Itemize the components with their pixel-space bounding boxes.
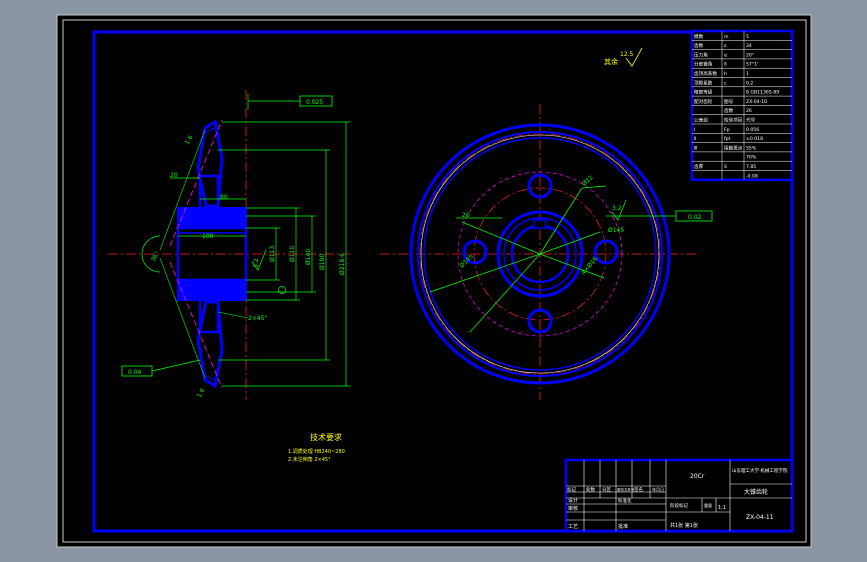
param-table-cell: 配对齿轮: [694, 98, 713, 105]
hub-lower: [177, 279, 247, 301]
tol-bot-value: 0.04: [128, 369, 142, 376]
param-table-cell: 代号: [746, 117, 756, 124]
param-table-cell: Ⅰ: [694, 127, 695, 133]
param-table-cell: 接触斑点: [724, 144, 743, 151]
title-part-name: 大锥齿轮: [744, 488, 768, 496]
param-table-cell: ZX-04-10: [746, 99, 767, 105]
param-table-cell: 顶隙系数: [694, 79, 713, 86]
title-label-change: 更改文件号: [617, 487, 635, 492]
tech-req-line-2: 2.未注倒角 2×45°: [288, 456, 331, 463]
param-table-cell: 8 GB11365-89: [746, 90, 779, 96]
dim-dia-x: Ø110: [289, 246, 296, 262]
param-table-cell: δ: [724, 62, 727, 68]
title-check: 审核: [568, 505, 578, 512]
hub-upper: [177, 207, 247, 229]
dim-bore: 100: [202, 233, 214, 240]
param-table-cell: 公差组: [694, 117, 708, 124]
roughness-note-value: 12.5: [620, 51, 634, 58]
param-table-cell: 26: [746, 108, 752, 114]
dim-dia-y: Ø140: [305, 249, 312, 265]
title-std: 标准化: [618, 497, 632, 504]
param-table-cell: h: [724, 71, 727, 77]
param-table-cell: m: [724, 35, 729, 40]
param-table-cell: 0.056: [746, 127, 759, 133]
dim-ra-front: 3.2: [612, 205, 622, 212]
dim-chamfer: 2×45°: [248, 315, 267, 322]
param-table-cell: Fp: [724, 127, 730, 133]
param-table-cell: Ⅲ: [694, 145, 697, 151]
param-table-cell: 7.85: [746, 164, 756, 170]
param-table-cell: 34: [746, 43, 752, 49]
tol-top-value: 0.025: [306, 99, 323, 106]
param-table-cell: Ⅱ: [694, 136, 696, 142]
title-block: 20Cr 山东理工大学 机械工程学院 大锥齿轮 ZX-04-11 1:1 共1张…: [564, 458, 794, 533]
param-table-cell: 检验项目: [724, 117, 742, 124]
gear-parameter-table: 模数 m 5齿数 z 34压力角 α 20°分度锥角 δ 57°1'齿顶高系数 h 1顶隙系数 c 0.…: [690, 29, 794, 182]
title-scale: 1:1: [718, 505, 726, 511]
dim-dia-z: Ø190: [319, 254, 326, 270]
cad-drawing: Ø218.6 Ø190 Ø140 Ø110 Ø113 100 80 20 2×4…: [0, 0, 867, 562]
title-weight: 重量: [704, 502, 712, 508]
dim-hub-len: 80: [220, 194, 228, 201]
tol-front-value: 0.02: [688, 214, 702, 221]
param-table-cell: 压力角: [694, 51, 708, 58]
param-table-cell: fpt: [724, 136, 731, 142]
dim-r-20: 20: [462, 212, 470, 219]
title-label-mark: 标记: [567, 486, 576, 493]
param-table-cell: 1: [746, 71, 749, 77]
title-label-date: 年月日: [652, 486, 664, 492]
title-design: 设计: [568, 497, 578, 504]
title-label-sign: 签名: [634, 486, 643, 493]
title-process: 工艺: [568, 524, 578, 530]
tech-req-title: 技术要求: [310, 432, 342, 442]
dim-dia-113: Ø113: [269, 246, 276, 262]
title-label-count: 处数: [586, 486, 595, 493]
param-table-cell: 齿顶高系数: [694, 70, 717, 77]
param-table-cell: 图号: [724, 99, 734, 105]
roughness-note-label: 其余: [604, 57, 618, 66]
dim-left-20: 20: [170, 172, 178, 179]
param-table-cell: -0.08: [746, 173, 758, 179]
param-table-cell: 20°: [746, 52, 754, 58]
title-label-zone: 分区: [602, 486, 611, 493]
title-stage: 阶段标记: [670, 502, 688, 509]
keyway: [533, 219, 547, 229]
dim-ra-section: 3.2: [253, 258, 260, 268]
param-table-cell: 55%: [746, 145, 757, 151]
param-table-cell: 精度等级: [694, 89, 713, 96]
param-table-cell: 70%: [746, 155, 757, 161]
title-sheet: 共1张 第1张: [670, 522, 698, 529]
param-table-cell: 齿数: [724, 107, 734, 114]
title-material: 20Cr: [690, 473, 705, 480]
title-approve: 批准: [618, 523, 628, 530]
title-drawing-no: ZX-04-11: [746, 514, 774, 521]
dim-dia-big: Ø218.6: [339, 253, 346, 275]
dim-pcd: Ø145: [608, 227, 624, 234]
title-school: 山东理工大学 机械工程学院: [732, 467, 788, 474]
param-table-cell: 5: [746, 34, 749, 40]
param-table-cell: ±0.018: [746, 136, 763, 142]
param-table-cell: 模数: [694, 33, 704, 40]
param-table-cell: 齿数: [694, 42, 704, 49]
param-table-cell: 齿厚: [694, 164, 704, 170]
param-table-cell: 57°1': [746, 62, 758, 68]
tech-req-line-1: 1.调质处理 HB240~280: [288, 448, 345, 455]
param-table-cell: 分度锥角: [694, 61, 713, 68]
param-table-cell: S: [724, 164, 727, 170]
param-table-cell: 0.2: [746, 80, 753, 86]
param-table-cell: α: [724, 53, 727, 58]
